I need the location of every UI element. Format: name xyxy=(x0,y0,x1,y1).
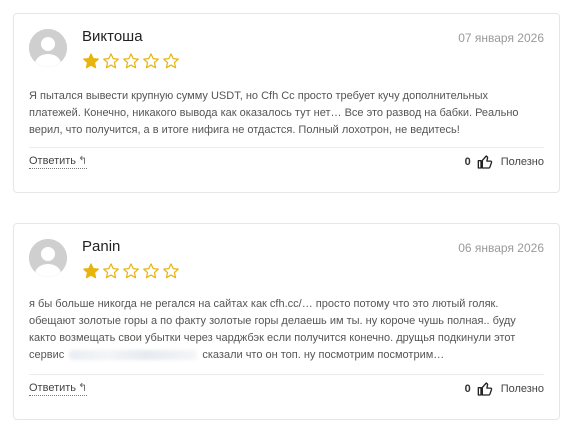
star-empty-icon xyxy=(143,263,159,279)
reply-button[interactable]: Ответить ↰ xyxy=(29,154,88,169)
star-empty-icon xyxy=(163,263,179,279)
review-author: Виктоша xyxy=(82,28,143,45)
star-empty-icon xyxy=(143,53,159,69)
divider xyxy=(29,374,544,375)
star-empty-icon xyxy=(123,53,139,69)
helpful-votes: 0 Полезно xyxy=(465,381,544,397)
star-filled-icon xyxy=(83,53,99,69)
rating-stars xyxy=(82,262,180,280)
helpful-label[interactable]: Полезно xyxy=(501,156,544,168)
helpful-count: 0 xyxy=(464,156,471,168)
reply-arrow-icon: ↰ xyxy=(78,382,88,394)
review-card: Panin 06 января 2026 я бы больше никогда… xyxy=(13,223,560,420)
star-empty-icon xyxy=(123,263,139,279)
user-avatar-placeholder-icon xyxy=(29,239,67,277)
review-author: Panin xyxy=(82,238,121,255)
thumbs-up-icon[interactable] xyxy=(477,154,493,170)
star-empty-icon xyxy=(103,53,119,69)
user-avatar-placeholder-icon xyxy=(29,29,67,67)
review-text-part: сказали что он топ. ну посмотрим посмотр… xyxy=(202,349,445,361)
avatar xyxy=(29,29,67,67)
review-date: 07 января 2026 xyxy=(458,31,544,45)
review-text: я бы больше никогда не регался на сайтах… xyxy=(29,296,539,364)
star-empty-icon xyxy=(103,263,119,279)
star-empty-icon xyxy=(163,53,179,69)
reply-label: Ответить xyxy=(29,155,77,167)
helpful-votes: 0 Полезно xyxy=(465,154,544,170)
reply-button[interactable]: Ответить ↰ xyxy=(29,381,88,396)
thumbs-up-icon[interactable] xyxy=(477,381,493,397)
review-card: Виктоша 07 января 2026 Я пытался вывести… xyxy=(13,13,560,193)
avatar xyxy=(29,239,67,277)
reply-label: Ответить xyxy=(29,382,77,394)
reply-arrow-icon: ↰ xyxy=(78,155,88,167)
divider xyxy=(29,147,544,148)
review-text: Я пытался вывести крупную сумму USDT, но… xyxy=(29,90,519,136)
review-date: 06 января 2026 xyxy=(458,241,544,255)
star-filled-icon xyxy=(83,263,99,279)
helpful-label[interactable]: Полезно xyxy=(501,383,544,395)
redacted-link xyxy=(69,350,198,361)
helpful-count: 0 xyxy=(464,383,471,395)
rating-stars xyxy=(82,52,180,70)
